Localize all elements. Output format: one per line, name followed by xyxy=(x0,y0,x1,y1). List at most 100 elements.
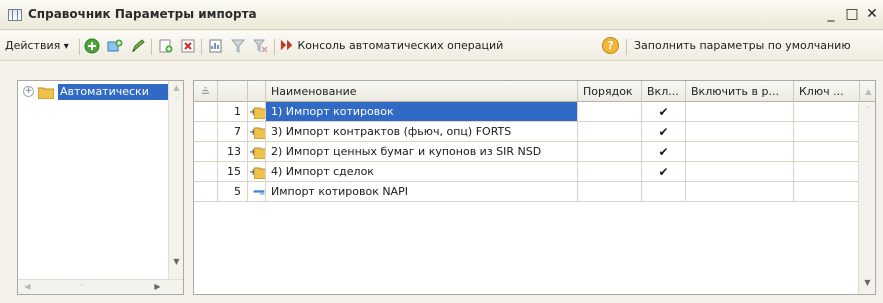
help-icon: ? xyxy=(602,37,619,54)
expand-icon[interactable]: + xyxy=(23,86,34,97)
scroll-handle-horizontal[interactable]: ⁼ xyxy=(74,280,89,294)
order-cell xyxy=(578,142,642,162)
tree-panel: + Автоматически ▲ ⁼ ▼ ◀ ⁼ ▶ xyxy=(17,80,184,295)
include-cell xyxy=(686,122,794,142)
console-icon xyxy=(280,39,293,51)
row-marker-cell[interactable] xyxy=(194,142,218,162)
delete-icon[interactable] xyxy=(180,38,196,54)
minimize-button[interactable]: _ xyxy=(823,5,839,23)
maximize-button[interactable]: □ xyxy=(844,5,860,23)
scroll-handle[interactable]: ⁼ xyxy=(169,93,184,107)
enabled-cell[interactable]: ✔ xyxy=(642,122,686,142)
scroll-down-icon[interactable]: ▼ xyxy=(859,276,875,290)
column-header-name[interactable]: Наименование xyxy=(266,81,578,102)
order-cell xyxy=(578,102,642,122)
code-column-header[interactable] xyxy=(218,81,248,102)
grid-vertical-scrollbar[interactable]: ⁼ ▼ xyxy=(858,102,875,294)
key-cell xyxy=(794,122,860,142)
edit-icon[interactable] xyxy=(130,38,146,54)
add-folder-icon[interactable] xyxy=(158,38,174,54)
tree-vertical-scrollbar[interactable]: ▲ ⁼ ▼ xyxy=(168,81,183,279)
name-cell[interactable]: 4) Импорт сделок xyxy=(266,162,578,182)
tree-item-label: Автоматически xyxy=(58,84,168,100)
include-cell xyxy=(686,102,794,122)
include-cell xyxy=(686,182,794,202)
window-title: Справочник Параметры импорта xyxy=(28,7,257,21)
chevron-down-icon: ▾ xyxy=(63,41,69,52)
folder-icon xyxy=(254,107,265,119)
icon-cell: + xyxy=(248,162,266,182)
enabled-cell[interactable] xyxy=(642,182,686,202)
enabled-cell[interactable]: ✔ xyxy=(642,102,686,122)
actions-label: Действия xyxy=(5,39,61,52)
tree-horizontal-scrollbar[interactable]: ◀ ⁼ ▶ xyxy=(18,279,183,294)
column-header-order[interactable]: Порядок xyxy=(578,81,642,102)
name-cell[interactable]: Импорт котировок NAPI xyxy=(266,182,578,202)
scroll-right-icon[interactable]: ▶ xyxy=(150,280,165,294)
sort-column-header[interactable] xyxy=(194,81,218,102)
icon-cell xyxy=(248,182,266,202)
code-cell: 1 xyxy=(218,102,248,122)
actions-menu[interactable]: Действия ▾ xyxy=(5,37,69,55)
column-header-key[interactable]: Ключ ... xyxy=(794,81,860,102)
icon-cell: + xyxy=(248,122,266,142)
toolbar-separator xyxy=(626,39,627,55)
add-copy-icon[interactable] xyxy=(107,38,123,54)
code-cell: 13 xyxy=(218,142,248,162)
row-marker-cell[interactable] xyxy=(194,162,218,182)
code-cell: 7 xyxy=(218,122,248,142)
filter-icon[interactable] xyxy=(230,38,246,54)
clear-filter-icon[interactable] xyxy=(252,38,268,54)
key-cell xyxy=(794,162,860,182)
row-marker-cell[interactable] xyxy=(194,122,218,142)
key-cell xyxy=(794,142,860,162)
icon-cell: + xyxy=(248,102,266,122)
enabled-cell[interactable]: ✔ xyxy=(642,162,686,182)
scroll-down-icon[interactable]: ▼ xyxy=(169,255,184,269)
order-cell xyxy=(578,122,642,142)
enabled-cell[interactable]: ✔ xyxy=(642,142,686,162)
fill-defaults-button[interactable]: Заполнить параметры по умолчанию xyxy=(634,37,851,55)
folder-icon xyxy=(254,147,265,159)
code-cell: 15 xyxy=(218,162,248,182)
name-cell[interactable]: 1) Импорт котировок xyxy=(266,102,578,122)
folder-icon xyxy=(254,127,265,139)
icon-column-header[interactable] xyxy=(248,81,266,102)
key-cell xyxy=(794,102,860,122)
name-cell[interactable]: 2) Импорт ценных бумаг и купонов из SIR … xyxy=(266,142,578,162)
column-header-include[interactable]: Включить в р... xyxy=(686,81,794,102)
report-icon[interactable] xyxy=(208,38,224,54)
order-cell xyxy=(578,162,642,182)
icon-cell: + xyxy=(248,142,266,162)
toolbar-separator xyxy=(79,39,80,55)
include-cell xyxy=(686,142,794,162)
table-icon xyxy=(8,9,22,21)
order-cell xyxy=(578,182,642,202)
row-marker-cell[interactable] xyxy=(194,102,218,122)
add-icon[interactable] xyxy=(84,38,100,54)
sort-icon xyxy=(201,87,210,94)
key-cell xyxy=(794,182,860,202)
toolbar: Действия ▾ Консоль автоматических операц… xyxy=(0,31,883,61)
toolbar-separator xyxy=(201,39,202,55)
tree-item-automatic[interactable]: + Автоматически xyxy=(18,83,168,101)
name-cell[interactable]: 3) Импорт контрактов (фьюч, опц) FORTS xyxy=(266,122,578,142)
toolbar-separator xyxy=(274,39,275,55)
include-cell xyxy=(686,162,794,182)
title-bar: Справочник Параметры импорта _ □ ✕ xyxy=(0,0,883,30)
scroll-up-icon[interactable]: ▲ xyxy=(860,81,875,102)
console-label: Консоль автоматических операций xyxy=(297,39,504,52)
scroll-handle[interactable]: ⁼ xyxy=(859,102,875,116)
column-header-enabled[interactable]: Вкл... xyxy=(642,81,686,102)
folder-icon xyxy=(38,87,54,99)
code-cell: 5 xyxy=(218,182,248,202)
console-button[interactable]: Консоль автоматических операций xyxy=(280,37,503,55)
scroll-left-icon[interactable]: ◀ xyxy=(20,280,35,294)
close-button[interactable]: ✕ xyxy=(864,5,880,23)
help-button[interactable]: ? xyxy=(602,37,619,55)
item-icon xyxy=(253,190,265,195)
folder-icon xyxy=(254,167,265,179)
toolbar-separator xyxy=(151,39,152,55)
row-marker-cell[interactable] xyxy=(194,182,218,202)
data-grid: Наименование Порядок Вкл... Включить в р… xyxy=(193,80,876,295)
